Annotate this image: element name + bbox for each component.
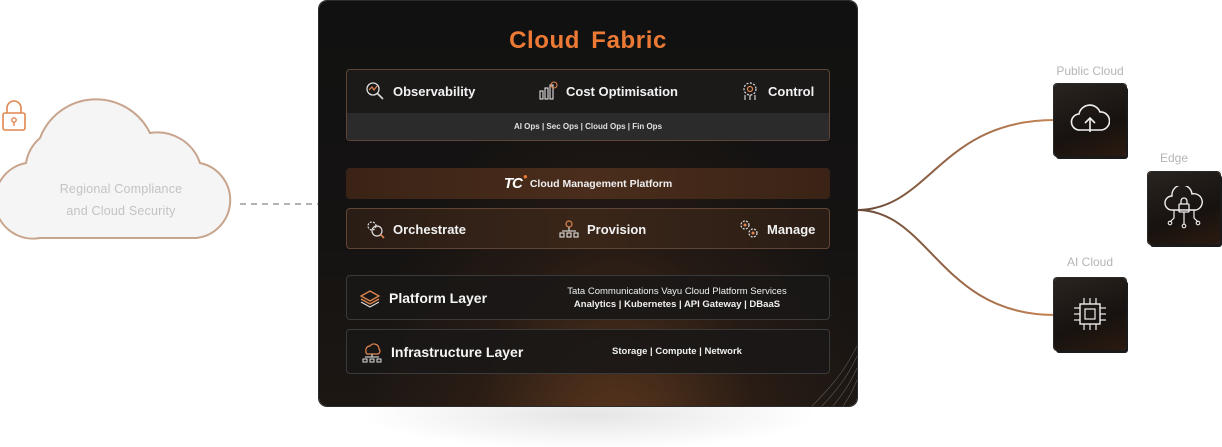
orchestrate-icon bbox=[367, 221, 385, 239]
infrastructure-layer-desc: Storage | Compute | Network bbox=[612, 346, 742, 357]
cost-optimisation-label: Cost Optimisation bbox=[566, 83, 678, 99]
control-item: Control bbox=[740, 81, 814, 101]
platform-layer-label: Platform Layer bbox=[389, 289, 488, 306]
public-cloud-tile bbox=[1054, 84, 1126, 156]
platform-layer-title: Platform Layer bbox=[359, 276, 487, 319]
orchestrate-item: Orchestrate bbox=[365, 219, 466, 239]
observability-label: Observability bbox=[393, 83, 476, 99]
layers-icon bbox=[359, 289, 381, 308]
observability-row: Observability Cost Optimisation Control bbox=[347, 70, 829, 113]
compliance-cloud: Regional Compliance and Cloud Security bbox=[0, 98, 240, 243]
tc-logo-text: TC bbox=[503, 175, 523, 192]
edge-cloud-lock-icon bbox=[1164, 186, 1203, 229]
fabric-title: Cloud Fabric bbox=[509, 27, 667, 54]
cloud-fabric-panel: Cloud Fabric Observability Cost Optimisa bbox=[319, 1, 857, 406]
edge-label: Edge bbox=[1159, 151, 1189, 165]
manage-label: Manage bbox=[767, 221, 816, 237]
operations-box: Orchestrate Provision Manage bbox=[346, 208, 830, 249]
cloud-upload-icon bbox=[1070, 104, 1110, 132]
compliance-line-2: and Cloud Security bbox=[66, 204, 176, 218]
sketch-texture bbox=[811, 346, 857, 406]
public-cloud-connector bbox=[856, 119, 1056, 211]
compliance-text: Regional Compliance and Cloud Security bbox=[30, 178, 212, 222]
infrastructure-icon bbox=[362, 342, 382, 362]
control-label: Control bbox=[768, 83, 815, 99]
infrastructure-layer-label: Infrastructure Layer bbox=[391, 343, 524, 360]
cloud-management-platform-bar: TC ● Cloud Management Platform bbox=[346, 168, 830, 199]
edge-tile bbox=[1148, 172, 1220, 244]
ai-cloud-label: AI Cloud bbox=[1066, 255, 1114, 269]
tc-logo: TC ● bbox=[503, 172, 528, 192]
cost-optimisation-item: Cost Optimisation bbox=[538, 81, 678, 101]
cmp-label: Cloud Management Platform bbox=[529, 177, 673, 190]
provision-icon bbox=[559, 220, 579, 238]
observability-box: Observability Cost Optimisation Control … bbox=[346, 69, 830, 141]
manage-item: Manage bbox=[739, 219, 815, 239]
public-cloud-label: Public Cloud bbox=[1056, 64, 1124, 78]
control-icon bbox=[743, 82, 757, 100]
ai-cloud-tile bbox=[1054, 278, 1126, 350]
cost-optimisation-icon bbox=[539, 81, 558, 100]
infrastructure-layer-title: Infrastructure Layer bbox=[361, 330, 523, 373]
ops-subtitle: AI Ops | Sec Ops | Cloud Ops | Fin Ops bbox=[347, 113, 829, 140]
provision-label: Provision bbox=[587, 221, 647, 237]
lock-icon bbox=[2, 100, 26, 131]
ai-cloud-connector bbox=[856, 209, 1056, 316]
orchestrate-label: Orchestrate bbox=[393, 221, 466, 237]
observability-icon bbox=[366, 82, 384, 100]
platform-services-line: Tata Communications Vayu Cloud Platform … bbox=[567, 285, 787, 297]
platform-layer-box: Platform Layer Tata Communications Vayu … bbox=[346, 275, 830, 320]
platform-layer-desc: Tata Communications Vayu Cloud Platform … bbox=[537, 276, 817, 319]
compliance-line-1: Regional Compliance bbox=[59, 182, 183, 196]
chip-icon bbox=[1074, 298, 1106, 330]
platform-services-list: Analytics | Kubernetes | API Gateway | D… bbox=[573, 298, 781, 310]
observability-item: Observability bbox=[365, 81, 475, 101]
manage-icon bbox=[740, 220, 758, 238]
provision-item: Provision bbox=[559, 219, 646, 239]
infrastructure-layer-box: Infrastructure Layer Storage | Compute |… bbox=[346, 329, 830, 374]
